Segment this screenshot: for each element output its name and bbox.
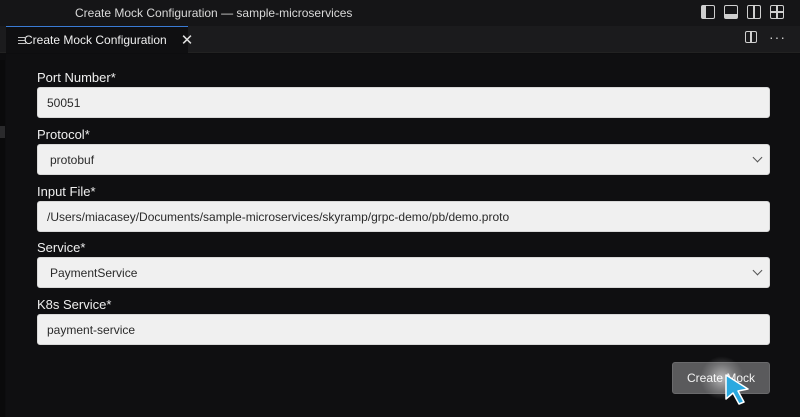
service-label: Service*	[37, 240, 86, 255]
k8s-service-label: K8s Service*	[37, 297, 112, 312]
protocol-label: Protocol*	[37, 127, 90, 142]
input-file-input[interactable]: /Users/miacasey/Documents/sample-microse…	[37, 201, 770, 232]
create-mock-button[interactable]: Create Mock	[672, 362, 770, 394]
editor-tab-bar: Create Mock Configuration ✕ ···	[0, 26, 800, 53]
chevron-down-icon	[752, 265, 763, 276]
primary-sidebar-icon[interactable]	[701, 5, 715, 19]
service-value: PaymentService	[50, 265, 138, 280]
close-icon[interactable]: ✕	[181, 33, 194, 48]
layout-controls	[701, 5, 784, 19]
protocol-value: protobuf	[50, 152, 95, 167]
input-file-label: Input File*	[37, 184, 96, 199]
secondary-sidebar-icon[interactable]	[747, 5, 761, 19]
tab-create-mock-configuration[interactable]: Create Mock Configuration ✕	[6, 26, 193, 53]
title-bar: Create Mock Configuration — sample-micro…	[0, 0, 800, 26]
k8s-service-input[interactable]: payment-service	[37, 314, 770, 345]
tab-label: Create Mock Configuration	[24, 33, 167, 47]
editor-actions: ···	[745, 30, 786, 44]
port-label: Port Number*	[37, 70, 116, 85]
port-input[interactable]: 50051	[37, 87, 770, 118]
chevron-down-icon	[752, 152, 763, 163]
activity-edge	[0, 60, 5, 417]
edge-marker	[0, 126, 5, 138]
service-select[interactable]: PaymentService	[37, 257, 770, 288]
customize-layout-icon[interactable]	[770, 5, 784, 19]
protocol-select[interactable]: protobuf	[37, 144, 770, 175]
split-editor-icon[interactable]	[745, 31, 757, 43]
window-title: Create Mock Configuration — sample-micro…	[75, 6, 353, 20]
more-actions-icon[interactable]: ···	[769, 30, 786, 44]
panel-icon[interactable]	[724, 5, 738, 19]
